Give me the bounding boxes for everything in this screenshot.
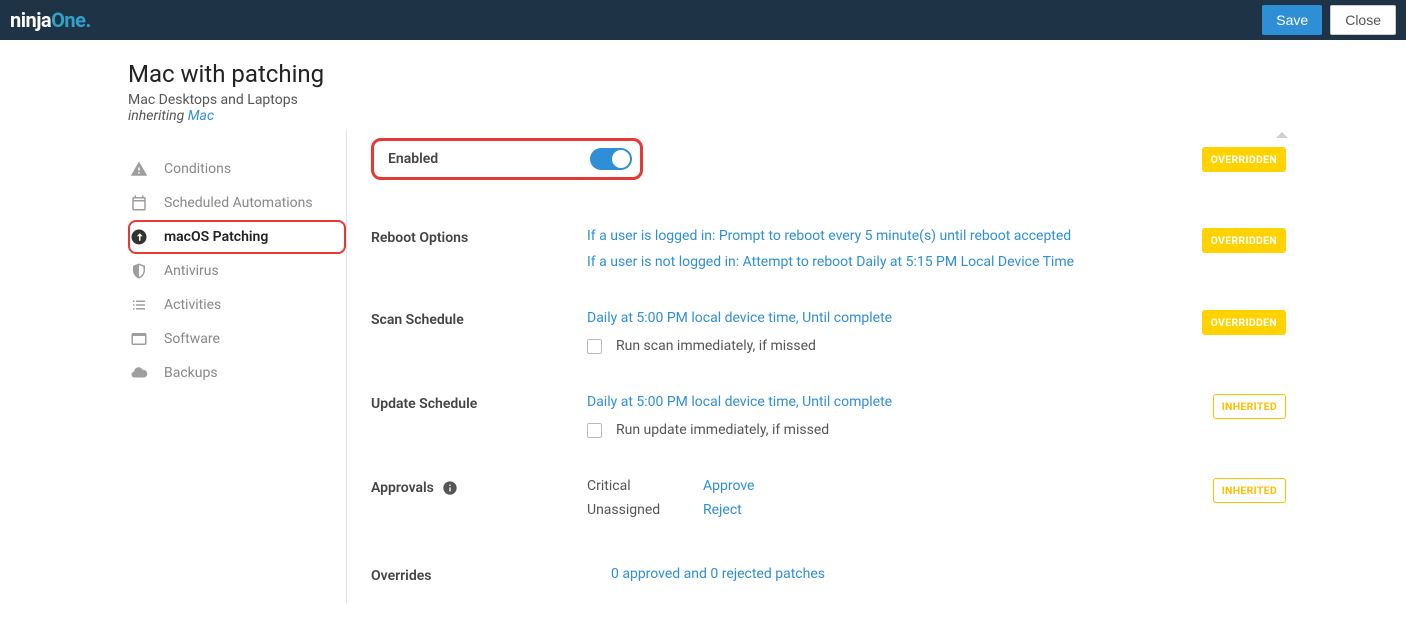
subtitle-prefix: Mac Desktops and Laptops — [128, 92, 298, 108]
sidebar-item-backups[interactable]: Backups — [128, 356, 346, 390]
logo: ninjaOne. — [10, 8, 91, 32]
sidebar-item-label: Antivirus — [164, 263, 219, 279]
info-icon[interactable] — [442, 480, 458, 496]
reboot-options-label: Reboot Options — [371, 228, 587, 246]
sidebar-item-label: macOS Patching — [164, 229, 268, 245]
toggle-knob — [612, 150, 630, 168]
scan-schedule-link[interactable]: Daily at 5:00 PM local device time, Unti… — [587, 310, 1196, 326]
window-icon — [130, 330, 148, 348]
enabled-row: Enabled OVERRIDDEN — [371, 130, 1286, 216]
calendar-icon — [130, 194, 148, 212]
update-missed-checkbox[interactable] — [587, 423, 602, 438]
enabled-box: Enabled — [371, 138, 643, 180]
save-button[interactable]: Save — [1262, 5, 1322, 35]
status-badge: OVERRIDDEN — [1202, 147, 1286, 172]
sidebar-nav: Conditions Scheduled Automations macOS P… — [128, 152, 346, 390]
logo-dot: . — [85, 8, 90, 32]
sidebar-item-label: Activities — [164, 297, 221, 313]
update-schedule-link[interactable]: Daily at 5:00 PM local device time, Unti… — [587, 394, 1196, 410]
parent-link[interactable]: Mac — [188, 108, 214, 124]
scan-schedule-label: Scan Schedule — [371, 310, 587, 328]
logo-ninja: ninja — [10, 8, 51, 32]
list-icon — [130, 296, 148, 314]
scan-schedule-row: Scan Schedule Daily at 5:00 PM local dev… — [371, 298, 1286, 382]
approval-action-link[interactable]: Approve — [703, 478, 754, 494]
reboot-options-row: Reboot Options If a user is logged in: P… — [371, 216, 1286, 298]
approval-category: Unassigned — [587, 502, 703, 518]
status-badge: OVERRIDDEN — [1202, 310, 1286, 335]
approvals-row: Approvals Critical Unassigned Approve Re… — [371, 466, 1286, 554]
overrides-row: Overrides 0 approved and 0 rejected patc… — [371, 554, 1286, 584]
reboot-logged-in-link[interactable]: If a user is logged in: Prompt to reboot… — [587, 228, 1196, 244]
enabled-toggle[interactable] — [590, 148, 632, 170]
enabled-label: Enabled — [388, 151, 438, 167]
sidebar-item-software[interactable]: Software — [128, 322, 346, 356]
sidebar-item-label: Scheduled Automations — [164, 195, 313, 211]
overrides-link[interactable]: 0 approved and 0 rejected patches — [611, 566, 1196, 582]
sidebar-item-activities[interactable]: Activities — [128, 288, 346, 322]
status-badge: INHERITED — [1213, 478, 1286, 503]
sidebar-item-label: Conditions — [164, 161, 231, 177]
status-badge: OVERRIDDEN — [1202, 228, 1286, 253]
sidebar-item-macos-patching[interactable]: macOS Patching — [128, 220, 346, 254]
sidebar-item-scheduled-automations[interactable]: Scheduled Automations — [128, 186, 346, 220]
overrides-label: Overrides — [371, 566, 587, 584]
logo-one: One — [51, 8, 85, 32]
patch-icon — [130, 228, 148, 246]
close-button[interactable]: Close — [1330, 5, 1396, 35]
top-bar: ninjaOne. Save Close — [0, 0, 1406, 40]
update-schedule-label: Update Schedule — [371, 394, 587, 412]
inheriting-word: inheriting — [128, 108, 188, 124]
reboot-not-logged-in-link[interactable]: If a user is not logged in: Attempt to r… — [587, 254, 1196, 270]
page-subtitle: Mac Desktops and Laptops inheriting Mac — [128, 92, 346, 124]
scroll-up-caret[interactable] — [1276, 132, 1288, 138]
page-title: Mac with patching — [128, 60, 346, 88]
warning-icon — [130, 160, 148, 178]
cloud-icon — [130, 364, 148, 382]
approvals-label: Approvals — [371, 480, 434, 496]
approval-category: Critical — [587, 478, 703, 494]
update-schedule-row: Update Schedule Daily at 5:00 PM local d… — [371, 382, 1286, 466]
status-badge: INHERITED — [1213, 394, 1286, 419]
scan-missed-label: Run scan immediately, if missed — [616, 338, 816, 354]
sidebar-item-label: Software — [164, 331, 220, 347]
sidebar-item-antivirus[interactable]: Antivirus — [128, 254, 346, 288]
sidebar-item-label: Backups — [164, 365, 218, 381]
content-area: Enabled OVERRIDDEN Reboot Options If a u… — [346, 130, 1286, 604]
approval-action-link[interactable]: Reject — [703, 502, 754, 518]
scan-missed-checkbox[interactable] — [587, 339, 602, 354]
sidebar-item-conditions[interactable]: Conditions — [128, 152, 346, 186]
update-missed-label: Run update immediately, if missed — [616, 422, 829, 438]
shield-icon — [130, 262, 148, 280]
